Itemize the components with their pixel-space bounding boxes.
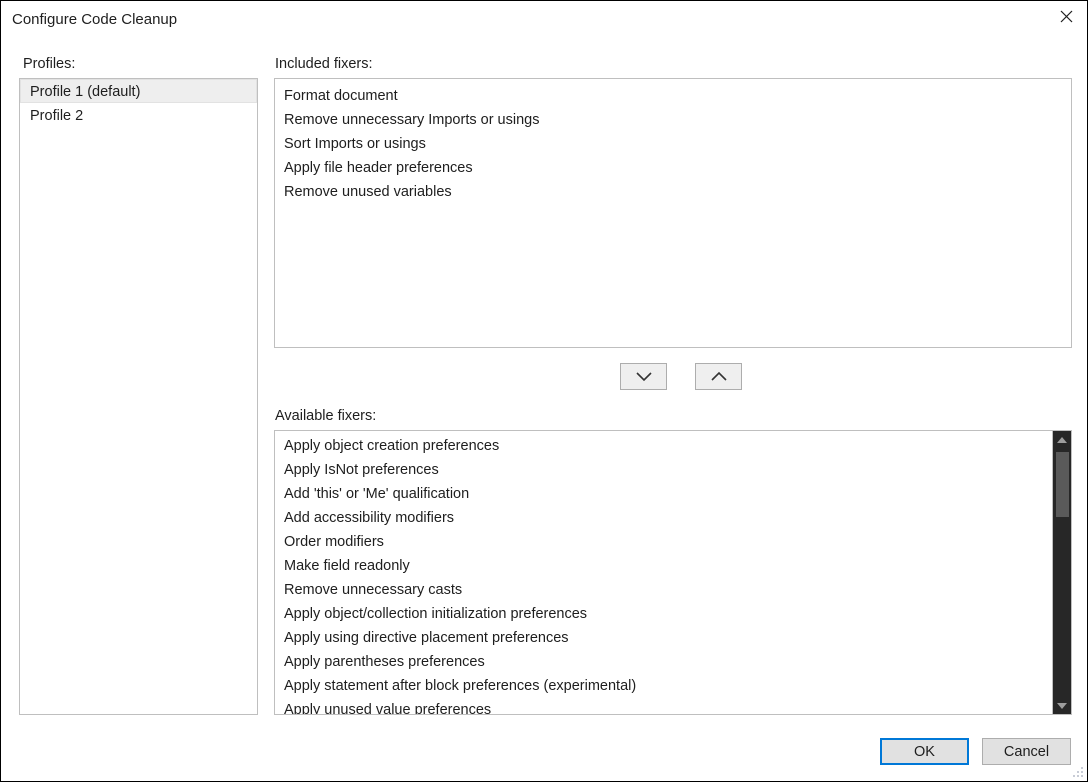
title-bar: Configure Code Cleanup: [1, 1, 1087, 41]
included-fixers-list: Format document Remove unnecessary Impor…: [275, 79, 1071, 347]
scrollbar-thumb[interactable]: [1056, 452, 1069, 517]
list-item[interactable]: Apply using directive placement preferen…: [275, 625, 1052, 649]
available-fixers-scrollbar[interactable]: [1052, 431, 1071, 714]
available-fixers-label: Available fixers:: [275, 408, 377, 424]
ok-button[interactable]: OK: [880, 738, 969, 765]
list-item[interactable]: Format document: [275, 83, 1071, 107]
list-item[interactable]: Profile 2: [20, 103, 257, 127]
resize-grip[interactable]: [1069, 763, 1083, 777]
close-button[interactable]: [1043, 1, 1087, 31]
list-item[interactable]: Make field readonly: [275, 553, 1052, 577]
move-down-button[interactable]: [620, 363, 667, 390]
list-item[interactable]: Apply unused value preferences: [275, 697, 1052, 714]
list-item[interactable]: Add 'this' or 'Me' qualification: [275, 481, 1052, 505]
list-item[interactable]: Apply statement after block preferences …: [275, 673, 1052, 697]
list-item[interactable]: Apply object/collection initialization p…: [275, 601, 1052, 625]
list-item[interactable]: Remove unnecessary Imports or usings: [275, 107, 1071, 131]
available-fixers-listbox[interactable]: Apply object creation preferences Apply …: [274, 430, 1072, 715]
profiles-list: Profile 1 (default) Profile 2: [20, 79, 257, 714]
list-item[interactable]: Sort Imports or usings: [275, 131, 1071, 155]
list-item[interactable]: Apply file header preferences: [275, 155, 1071, 179]
list-item[interactable]: Apply parentheses preferences: [275, 649, 1052, 673]
available-fixers-list: Apply object creation preferences Apply …: [275, 431, 1052, 714]
list-item[interactable]: Remove unnecessary casts: [275, 577, 1052, 601]
list-item[interactable]: Remove unused variables: [275, 179, 1071, 203]
scroll-down-arrow-icon[interactable]: [1053, 697, 1071, 714]
dialog-title: Configure Code Cleanup: [12, 11, 178, 28]
chevron-down-icon: [635, 371, 653, 382]
close-icon: [1060, 10, 1073, 23]
profiles-listbox[interactable]: Profile 1 (default) Profile 2: [19, 78, 258, 715]
scroll-up-arrow-icon[interactable]: [1053, 431, 1071, 448]
profiles-label: Profiles:: [23, 56, 76, 72]
move-up-button[interactable]: [695, 363, 742, 390]
included-fixers-listbox[interactable]: Format document Remove unnecessary Impor…: [274, 78, 1072, 348]
chevron-up-icon: [710, 371, 728, 382]
included-fixers-label: Included fixers:: [275, 56, 373, 72]
list-item[interactable]: Apply IsNot preferences: [275, 457, 1052, 481]
list-item[interactable]: Apply object creation preferences: [275, 433, 1052, 457]
list-item[interactable]: Profile 1 (default): [20, 79, 257, 103]
cancel-button[interactable]: Cancel: [982, 738, 1071, 765]
list-item[interactable]: Order modifiers: [275, 529, 1052, 553]
configure-code-cleanup-dialog: Configure Code Cleanup Profiles: Profile…: [0, 0, 1088, 782]
list-item[interactable]: Add accessibility modifiers: [275, 505, 1052, 529]
